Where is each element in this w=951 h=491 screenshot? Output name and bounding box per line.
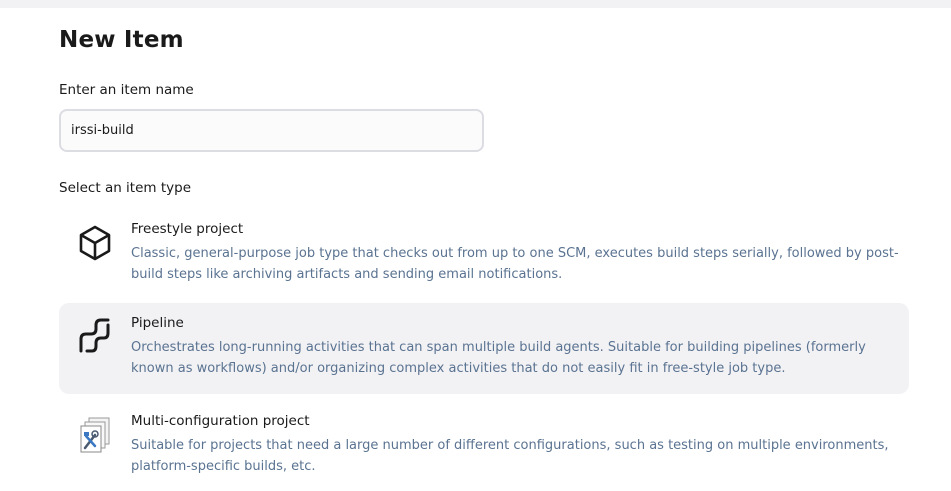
top-bar <box>0 0 951 8</box>
item-name-label: Enter an item name <box>59 82 194 98</box>
item-type-label: Select an item type <box>59 180 192 196</box>
item-type-freestyle[interactable]: Freestyle project Classic, general-purpo… <box>59 209 909 301</box>
item-type-name: Pipeline <box>131 315 184 331</box>
multi-config-icon <box>75 415 115 455</box>
item-type-pipeline[interactable]: Pipeline Orchestrates long-running activ… <box>59 303 909 394</box>
cube-icon <box>75 223 115 263</box>
item-type-description: Orchestrates long-running activities tha… <box>131 340 866 376</box>
item-type-name: Freestyle project <box>131 221 244 237</box>
item-type-description: Classic, general-purpose job type that c… <box>131 246 899 282</box>
item-type-name: Multi-configuration project <box>131 413 310 429</box>
item-type-description: Suitable for projects that need a large … <box>131 438 889 474</box>
item-type-multi-configuration[interactable]: Multi-configuration project Suitable for… <box>59 401 909 491</box>
item-name-input[interactable] <box>59 109 484 152</box>
pipeline-icon <box>75 317 115 357</box>
page-title: New Item <box>59 27 184 53</box>
